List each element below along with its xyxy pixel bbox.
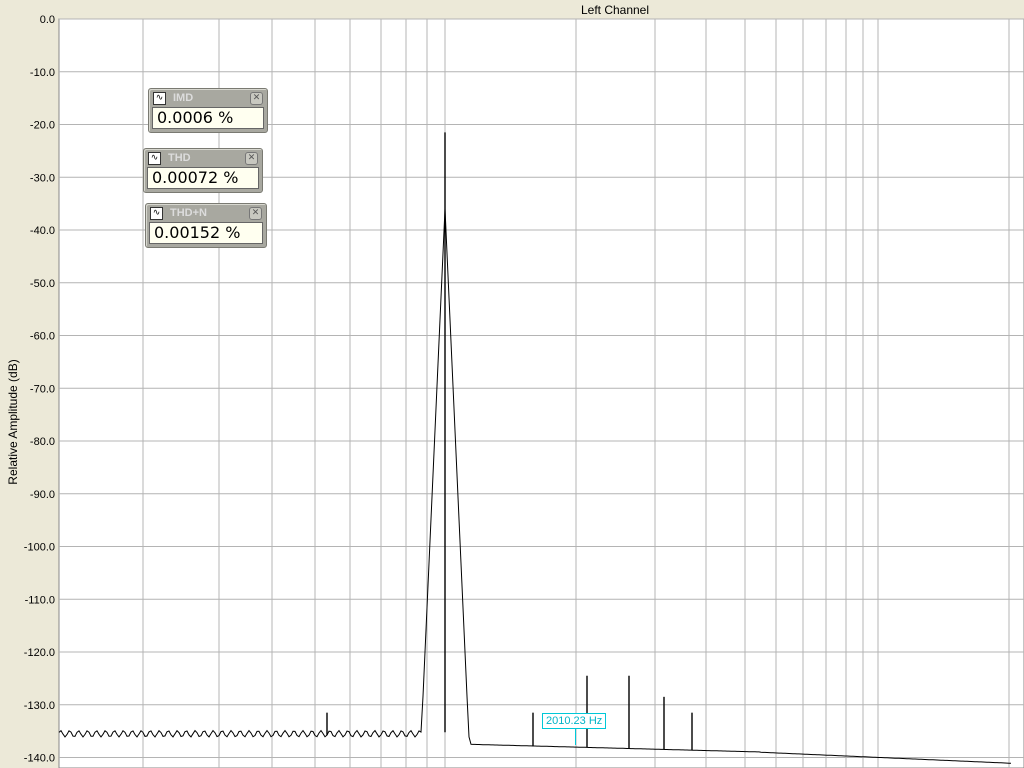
close-icon[interactable]: ✕ [245,152,258,165]
imd-meter-value: 0.0006 % [152,107,264,129]
thd-meter-header[interactable]: ∿ THD ✕ [144,149,262,167]
y-tick-label: -140.0 [24,753,55,765]
y-tick-label: -40.0 [30,225,55,237]
y-tick-label: -60.0 [30,331,55,343]
y-tick-label: -120.0 [24,647,55,659]
frequency-marker[interactable]: 2010.23 Hz [542,713,607,729]
thdn-meter-header[interactable]: ∿ THD+N ✕ [146,204,266,222]
waveform-icon: ∿ [148,152,161,165]
waveform-icon: ∿ [150,207,163,220]
thd-meter[interactable]: ∿ THD ✕ 0.00072 % [143,148,263,193]
waveform-icon: ∿ [153,92,166,105]
thdn-meter[interactable]: ∿ THD+N ✕ 0.00152 % [145,203,267,248]
imd-meter[interactable]: ∿ IMD ✕ 0.0006 % [148,88,268,133]
close-icon[interactable]: ✕ [250,92,263,105]
close-icon[interactable]: ✕ [249,207,262,220]
y-tick-label: -70.0 [30,383,55,395]
chart-title: Left Channel [581,3,649,17]
thdn-meter-value: 0.00152 % [149,222,263,244]
imd-meter-label: IMD [173,92,194,104]
y-tick-label: -110.0 [25,594,55,606]
thd-meter-value: 0.00072 % [147,167,259,189]
y-tick-label: -80.0 [30,436,55,448]
y-tick-label: -130.0 [24,700,55,712]
imd-meter-header[interactable]: ∿ IMD ✕ [149,89,267,107]
y-tick-label: -30.0 [30,172,55,184]
y-tick-label: -10.0 [30,67,55,79]
thdn-meter-label: THD+N [170,207,207,219]
thd-meter-label: THD [168,152,191,164]
y-axis-label: Relative Amplitude (dB) [6,359,20,484]
frequency-marker-line [575,729,576,745]
y-tick-label: -100.0 [24,542,55,554]
y-tick-label: -50.0 [30,278,55,290]
y-tick-label: -90.0 [30,489,55,501]
y-tick-label: 0.0 [40,14,55,26]
y-tick-label: -20.0 [30,120,55,132]
